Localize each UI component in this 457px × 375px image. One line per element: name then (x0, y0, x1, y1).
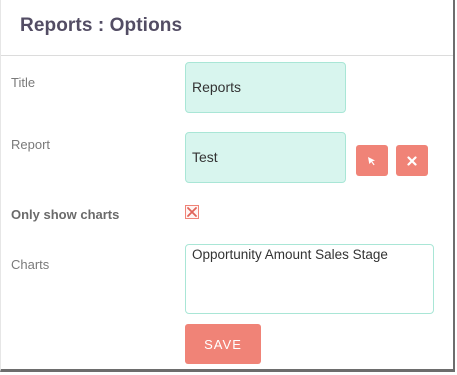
charts-textarea[interactable]: Opportunity Amount Sales Stage (185, 244, 434, 314)
report-input[interactable]: Test (185, 132, 346, 183)
dialog-header: Reports : Options (1, 0, 453, 56)
dialog-title: Reports : Options (20, 15, 183, 36)
clear-report-button[interactable] (396, 145, 428, 176)
only-show-charts-checkbox[interactable] (185, 205, 199, 219)
select-report-button[interactable] (356, 145, 388, 176)
report-label: Report (11, 137, 51, 152)
arrow-pointer-icon (368, 156, 375, 165)
reports-options-dialog: Reports : Options Title Reports Report T… (0, 0, 455, 372)
title-input[interactable]: Reports (185, 62, 346, 113)
save-button[interactable]: SAVE (185, 324, 261, 364)
close-icon (407, 155, 417, 166)
title-label: Title (11, 75, 36, 90)
charts-label: Charts (11, 257, 50, 272)
checked-x-icon (187, 207, 197, 217)
only-show-charts-label: Only show charts (11, 207, 120, 222)
